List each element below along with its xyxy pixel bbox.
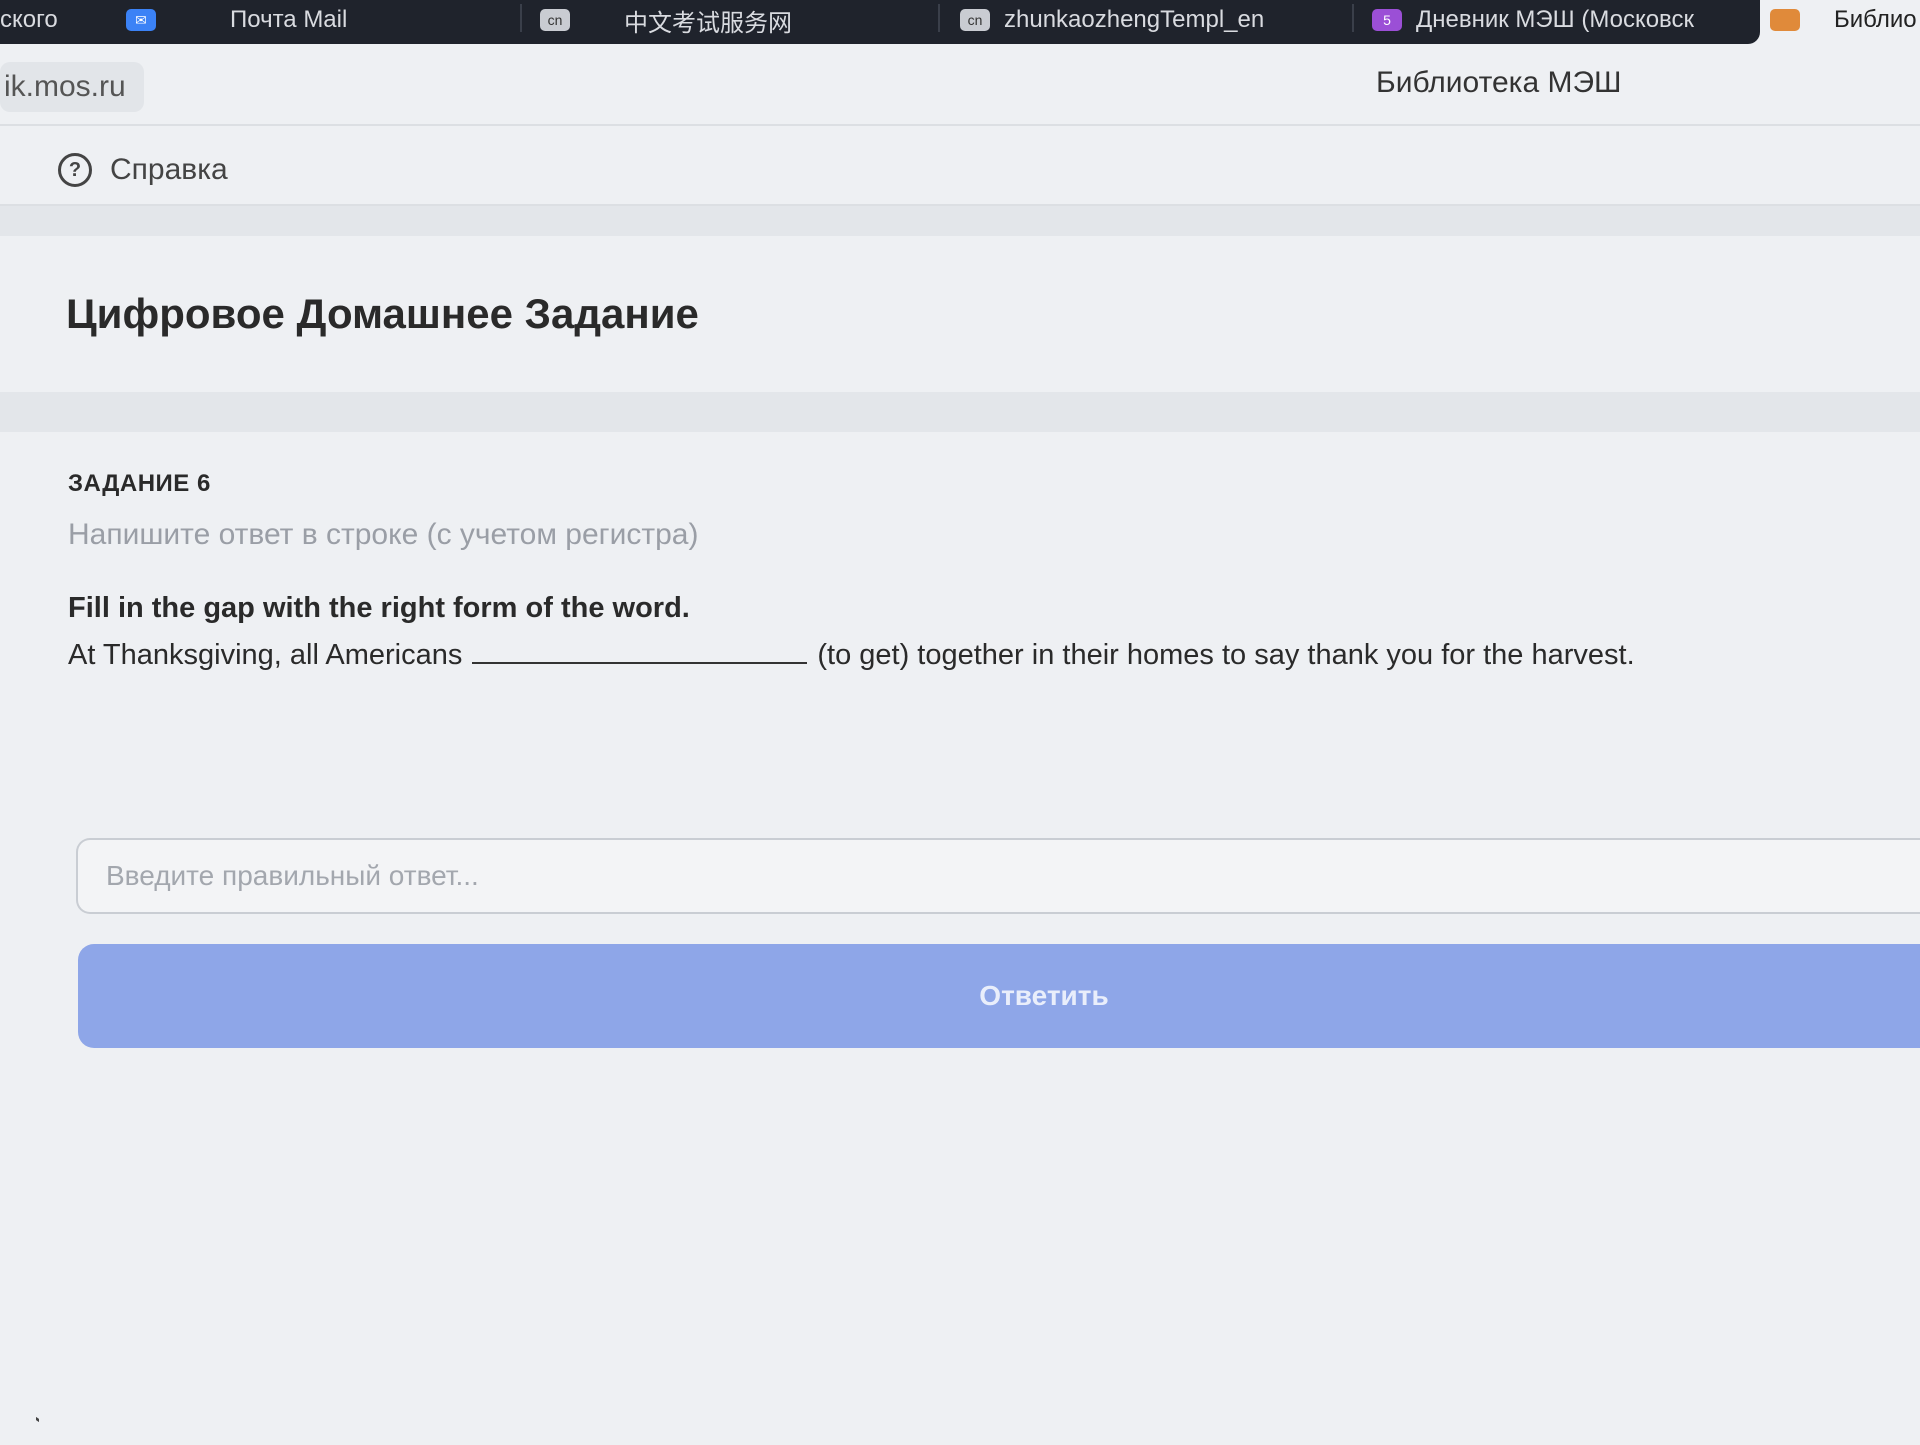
site-icon: cn	[960, 9, 990, 31]
tab-label: zhunkaozhengTempl_en	[1004, 6, 1265, 33]
task-sentence: At Thanksgiving, all Americans (to get) …	[68, 638, 1868, 672]
bookmark-mesh-library[interactable]: Библиотека МЭШ	[1376, 66, 1622, 100]
tab-mail[interactable]: ✉ Почта Mail	[126, 0, 406, 40]
tab-separator	[520, 4, 522, 32]
tab-label: Дневник МЭШ (Московск	[1416, 6, 1695, 33]
library-icon	[1770, 9, 1800, 31]
answer-input[interactable]	[76, 838, 1920, 914]
tab-separator	[938, 4, 940, 32]
site-icon: cn	[540, 9, 570, 31]
sentence-before-gap: At Thanksgiving, all Americans	[68, 639, 463, 671]
browser-tab-strip: ского ✉ Почта Mail cn 中文考试服务网 cn zhunkao…	[0, 0, 1760, 44]
tab-mesh-diary[interactable]: 5 Дневник МЭШ (Московск	[1372, 0, 1732, 40]
gap-blank	[472, 638, 808, 664]
tab-library[interactable]: Библио	[1770, 0, 1920, 40]
tab-label: Почта Mail	[230, 6, 348, 33]
tab-separator	[1352, 4, 1354, 32]
help-link[interactable]: ? Справка	[58, 150, 228, 190]
sentence-after-gap: (to get) together in their homes to say …	[817, 639, 1635, 671]
submit-answer-button[interactable]: Ответить	[78, 944, 1920, 1048]
tab-chinese-exam[interactable]: cn 中文考试服务网	[540, 0, 870, 40]
mesh-icon: 5	[1372, 9, 1402, 31]
mouse-cursor-icon	[36, 1416, 39, 1423]
task-instruction: Fill in the gap with the right form of t…	[68, 592, 690, 624]
page-title: Цифровое Домашнее Задание	[66, 290, 699, 337]
section-band	[0, 206, 1920, 236]
section-band	[0, 392, 1920, 432]
tab-label: Библио	[1834, 6, 1917, 33]
tab-label: 中文考试服务网	[624, 9, 792, 37]
help-icon: ?	[58, 153, 92, 187]
task-number: ЗАДАНИЕ 6	[68, 470, 211, 497]
divider	[0, 124, 1920, 126]
task-hint: Напишите ответ в строке (с учетом регист…	[68, 518, 699, 551]
tab-label: ского	[0, 6, 58, 33]
mail-icon: ✉	[126, 9, 156, 31]
address-bar-row: ik.mos.ru Библиотека МЭШ	[0, 56, 1920, 124]
url-field[interactable]: ik.mos.ru	[0, 62, 144, 112]
help-label: Справка	[110, 153, 228, 186]
tab-moscow[interactable]: ского	[0, 0, 80, 40]
tab-zhunkaozheng[interactable]: cn zhunkaozhengTempl_en	[960, 0, 1310, 40]
